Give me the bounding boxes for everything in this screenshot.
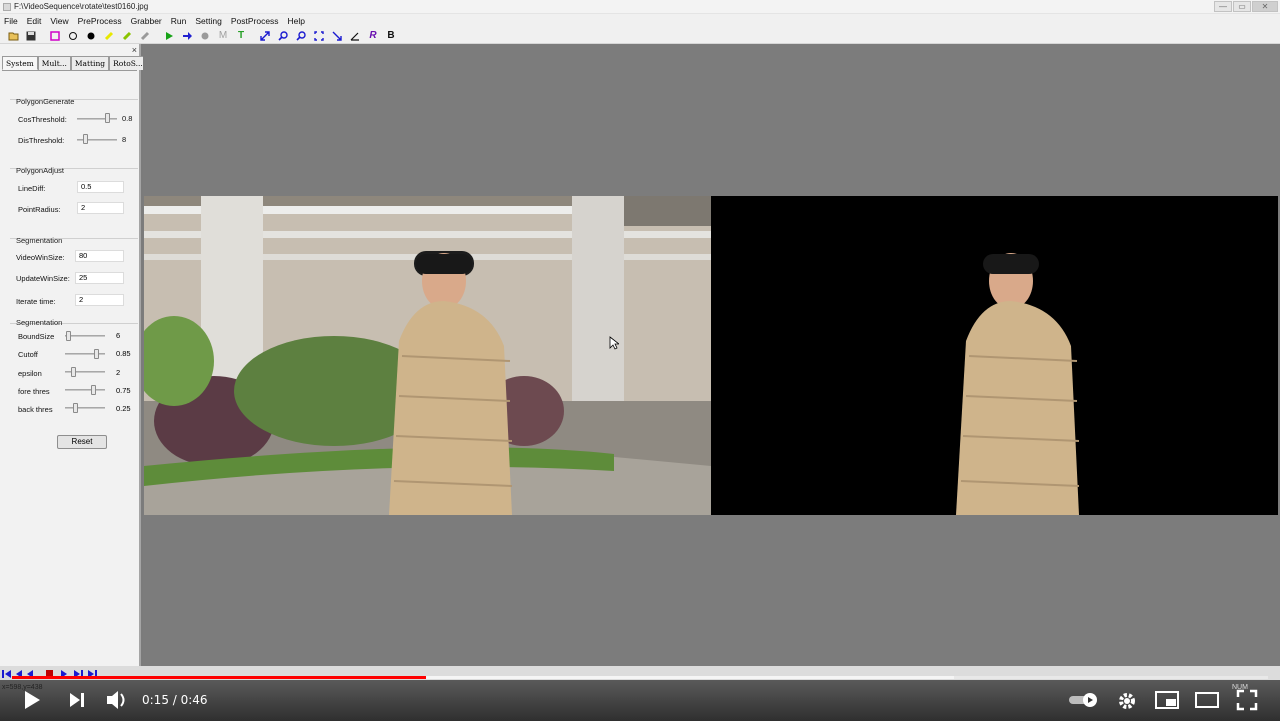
epsilon-handle[interactable] <box>71 367 76 377</box>
bound-size-handle[interactable] <box>66 331 71 341</box>
play-icon[interactable] <box>161 29 177 43</box>
cos-threshold-value: 0.8 <box>122 114 133 123</box>
menu-run[interactable]: Run <box>171 16 187 26</box>
cutoff-slider[interactable] <box>65 353 105 355</box>
menu-grabber[interactable]: Grabber <box>131 16 162 26</box>
iterate-time-label: Iterate time: <box>16 297 56 306</box>
video-win-size-label: VideoWinSize: <box>16 253 65 262</box>
dis-threshold-value: 8 <box>122 135 127 144</box>
minimize-button[interactable]: — <box>1214 1 1232 12</box>
next-icon[interactable] <box>68 690 86 712</box>
brush-yellow-icon[interactable] <box>101 29 117 43</box>
back-thres-label: back thres <box>18 405 53 414</box>
update-win-size-label: UpdateWinSize: <box>16 274 70 283</box>
menu-postprocess[interactable]: PostProcess <box>231 16 279 26</box>
tab-mult[interactable]: Mult... <box>37 56 71 70</box>
rectangle-icon[interactable] <box>47 29 63 43</box>
menu-edit[interactable]: Edit <box>27 16 42 26</box>
cos-threshold-handle[interactable] <box>105 113 110 123</box>
toolbar: M T R B <box>0 28 1280 44</box>
angle-icon[interactable] <box>347 29 363 43</box>
time-display: 0:15 / 0:46 <box>142 693 208 707</box>
point-radius-field[interactable]: 2 <box>77 202 124 214</box>
menu-setting[interactable]: Setting <box>195 16 221 26</box>
line-diff-label: LineDiff: <box>18 184 46 193</box>
r-icon[interactable]: R <box>365 29 381 43</box>
epsilon-label: epsilon <box>18 369 42 378</box>
b-icon[interactable]: B <box>383 29 399 43</box>
cos-threshold-label: CosThreshold: <box>18 115 67 124</box>
dis-threshold-label: DisThreshold: <box>18 136 65 145</box>
update-win-size-field[interactable]: 25 <box>75 272 124 284</box>
fore-thres-handle[interactable] <box>91 385 96 395</box>
fore-thres-value[interactable]: 0.75 <box>112 385 138 397</box>
open-icon[interactable] <box>5 29 21 43</box>
fore-thres-slider[interactable] <box>65 389 105 391</box>
maximize-button[interactable]: ▭ <box>1233 1 1251 12</box>
window-title: F:\VideoSequence\rotate\test0160.jpg <box>14 2 149 11</box>
segmentation-title-1: Segmentation <box>16 236 63 245</box>
close-button[interactable]: ✕ <box>1252 1 1278 12</box>
progress-played[interactable] <box>12 676 427 679</box>
back-thres-slider[interactable] <box>65 407 105 409</box>
settings-icon[interactable] <box>1116 690 1138 714</box>
expand-icon[interactable] <box>257 29 273 43</box>
menu-bar: File Edit View PreProcess Grabber Run Se… <box>0 14 1280 28</box>
t-icon[interactable]: T <box>233 29 249 43</box>
arrow-right-icon[interactable] <box>179 29 195 43</box>
play-button[interactable] <box>22 689 42 713</box>
brush-gray-icon[interactable] <box>137 29 153 43</box>
record-icon[interactable] <box>197 29 213 43</box>
bound-size-value[interactable]: 6 <box>112 330 138 342</box>
miniplayer-icon[interactable] <box>1155 690 1179 712</box>
original-frame <box>144 196 711 515</box>
fullscreen-icon[interactable] <box>1236 689 1258 713</box>
theater-mode-icon[interactable] <box>1195 691 1219 711</box>
tab-system[interactable]: System <box>2 56 38 70</box>
autoplay-toggle[interactable] <box>1068 692 1102 710</box>
back-thres-handle[interactable] <box>73 403 78 413</box>
segmentation-title-2: Segmentation <box>16 318 63 327</box>
cos-threshold-slider[interactable] <box>77 118 117 120</box>
fore-thres-label: fore thres <box>18 387 50 396</box>
polygon-generate-title: PolygonGenerate <box>16 97 75 106</box>
bound-size-slider[interactable] <box>65 335 105 337</box>
menu-view[interactable]: View <box>50 16 68 26</box>
zoom-in-icon[interactable] <box>275 29 291 43</box>
dis-threshold-handle[interactable] <box>83 134 88 144</box>
epsilon-value[interactable]: 2 <box>112 367 138 379</box>
settings-panel: × System Mult... Matting RotoS... Polygo… <box>0 44 147 666</box>
volume-icon[interactable] <box>105 689 129 713</box>
panel-close-icon[interactable]: × <box>132 45 137 55</box>
brush-green-icon[interactable] <box>119 29 135 43</box>
shrink-icon[interactable] <box>329 29 345 43</box>
back-thres-value[interactable]: 0.25 <box>112 403 138 415</box>
bound-size-label: BoundSize <box>18 332 55 341</box>
segmented-frame <box>711 196 1278 515</box>
group-polygon-generate <box>10 99 138 157</box>
menu-file[interactable]: File <box>4 16 18 26</box>
video-win-size-field[interactable]: 80 <box>75 250 124 262</box>
circle-outline-icon[interactable] <box>65 29 81 43</box>
iterate-time-field[interactable]: 2 <box>75 294 124 306</box>
cutoff-label: Cutoff <box>18 350 38 359</box>
tab-matting[interactable]: Matting <box>70 56 110 70</box>
menu-preprocess[interactable]: PreProcess <box>78 16 122 26</box>
fit-icon[interactable] <box>311 29 327 43</box>
zoom-out-icon[interactable] <box>293 29 309 43</box>
menu-help[interactable]: Help <box>288 16 305 26</box>
tab-rotos[interactable]: RotoS... <box>109 56 147 70</box>
app-icon <box>3 3 11 11</box>
title-bar: F:\VideoSequence\rotate\test0160.jpg — ▭… <box>0 0 1280 14</box>
circle-filled-icon[interactable] <box>83 29 99 43</box>
polygon-adjust-title: PolygonAdjust <box>16 166 64 175</box>
cutoff-handle[interactable] <box>94 349 99 359</box>
save-icon[interactable] <box>23 29 39 43</box>
cutoff-value[interactable]: 0.85 <box>112 348 138 360</box>
app-window: F:\VideoSequence\rotate\test0160.jpg — ▭… <box>0 0 1280 721</box>
line-diff-field[interactable]: 0.5 <box>77 181 124 193</box>
reset-button[interactable]: Reset <box>57 435 107 449</box>
point-radius-label: PointRadius: <box>18 205 61 214</box>
m-icon[interactable]: M <box>215 29 231 43</box>
